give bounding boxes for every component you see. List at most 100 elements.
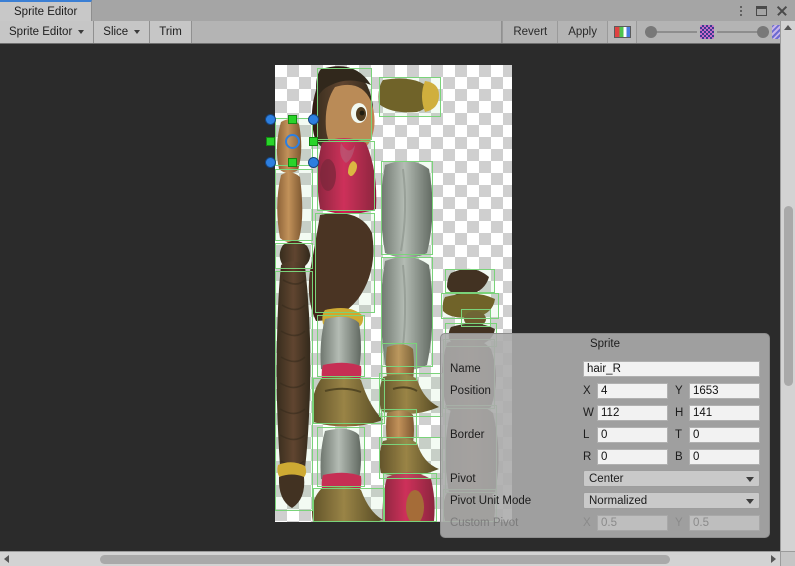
close-icon[interactable] xyxy=(776,5,788,17)
position-xy-fields: X 4 Y 1653 xyxy=(583,383,760,399)
size-wh-fields: W 112 H 141 xyxy=(583,405,760,421)
horizontal-scrollbar[interactable] xyxy=(0,551,780,566)
border-row: Border L 0 T 0 xyxy=(450,424,760,445)
pivot-row: Pivot Center xyxy=(450,468,760,489)
sprite-selection-handles[interactable] xyxy=(270,119,314,163)
inspector-body: Name hair_R Position X 4 Y 1653 xyxy=(441,354,769,533)
name-row: Name hair_R xyxy=(450,358,760,379)
size-w-field: W 112 xyxy=(583,405,668,421)
slice-menu-label: Slice xyxy=(103,26,128,38)
chevron-down-icon xyxy=(78,30,84,34)
position-y-input[interactable]: 1653 xyxy=(689,383,760,399)
pivot-label: Pivot xyxy=(450,473,583,485)
scroll-left-arrow-icon[interactable] xyxy=(4,555,9,563)
alpha-slider[interactable] xyxy=(645,21,697,43)
size-w-input[interactable]: 112 xyxy=(597,405,668,421)
chevron-down-icon xyxy=(134,30,140,34)
rgb-channel-icon xyxy=(614,26,631,38)
handle-bottom-right[interactable] xyxy=(308,157,319,168)
inspector-title: Sprite xyxy=(441,334,769,354)
border-b-prefix: B xyxy=(675,451,685,463)
pivot-value: Center xyxy=(589,473,624,485)
chevron-down-icon xyxy=(746,499,754,504)
pivot-unit-mode-value: Normalized xyxy=(589,495,647,507)
tab-sprite-editor[interactable]: Sprite Editor xyxy=(0,0,92,21)
sprite-editor-menu-button[interactable]: Sprite Editor xyxy=(0,21,94,43)
window-tab-bar: Sprite Editor xyxy=(0,0,795,21)
vertical-scrollbar-thumb[interactable] xyxy=(784,206,793,386)
border-l-prefix: L xyxy=(583,429,593,441)
main-toolbar: Sprite Editor Slice Trim Revert Apply xyxy=(0,21,795,44)
border-b-input[interactable]: 0 xyxy=(689,449,760,465)
sprite-inspector-panel: Sprite Name hair_R Position X 4 xyxy=(440,333,770,538)
sprite-editor-window: Sprite Editor Sprite Editor Slice Trim R… xyxy=(0,0,795,566)
position-y-prefix: Y xyxy=(675,385,685,397)
size-h-input[interactable]: 141 xyxy=(689,405,760,421)
handle-top-left[interactable] xyxy=(265,114,276,125)
position-x-input[interactable]: 4 xyxy=(597,383,668,399)
pivot-unit-mode-label: Pivot Unit Mode xyxy=(450,495,583,507)
custom-pivot-x-input: 0.5 xyxy=(597,515,668,531)
maximize-icon[interactable] xyxy=(756,6,767,16)
border-r-input[interactable]: 0 xyxy=(597,449,668,465)
mip-slider-handle[interactable] xyxy=(757,26,769,38)
handle-bottom-left[interactable] xyxy=(265,157,276,168)
position-y-field: Y 1653 xyxy=(675,383,760,399)
scroll-right-arrow-icon[interactable] xyxy=(771,555,776,563)
size-row: W 112 H 141 xyxy=(450,402,760,423)
pivot-unit-mode-dropdown[interactable]: Normalized xyxy=(583,492,760,509)
apply-label: Apply xyxy=(568,26,597,38)
handle-top[interactable] xyxy=(288,115,297,124)
vertical-scrollbar[interactable] xyxy=(780,21,795,566)
border-l-input[interactable]: 0 xyxy=(597,427,668,443)
scroll-up-arrow-icon[interactable] xyxy=(784,25,792,30)
trim-button[interactable]: Trim xyxy=(150,21,192,43)
border-lt-fields: L 0 T 0 xyxy=(583,427,760,443)
border-l-field: L 0 xyxy=(583,427,668,443)
rgb-channel-button[interactable] xyxy=(607,21,637,43)
position-label: Position xyxy=(450,385,583,397)
sprite-canvas-area[interactable]: Sprite Name hair_R Position X 4 xyxy=(0,44,780,541)
revert-button[interactable]: Revert xyxy=(502,21,557,43)
custom-pivot-y-input: 0.5 xyxy=(689,515,760,531)
trim-label: Trim xyxy=(159,26,182,38)
horizontal-scrollbar-thumb[interactable] xyxy=(100,555,670,564)
toolbar-right-group: Revert Apply xyxy=(502,21,795,43)
sprite-editor-menu-label: Sprite Editor xyxy=(9,26,72,38)
chevron-down-icon xyxy=(746,477,754,482)
scrollbar-corner xyxy=(780,551,795,566)
pivot-fields: Center xyxy=(583,470,760,487)
border-r-field: R 0 xyxy=(583,449,668,465)
slice-menu-button[interactable]: Slice xyxy=(94,21,150,43)
alpha-noise-icon xyxy=(700,25,714,39)
border-t-input[interactable]: 0 xyxy=(689,427,760,443)
handle-top-right[interactable] xyxy=(308,114,319,125)
border-rb-row: R 0 B 0 xyxy=(450,446,760,467)
custom-pivot-row: Custom Pivot X 0.5 Y 0.5 xyxy=(450,512,760,533)
position-row: Position X 4 Y 1653 xyxy=(450,380,760,401)
pivot-handle[interactable] xyxy=(285,134,300,149)
toolbar-spacer xyxy=(192,21,503,43)
name-label: Name xyxy=(450,363,583,375)
custom-pivot-y-field: Y 0.5 xyxy=(675,515,760,531)
border-label: Border xyxy=(450,429,583,441)
size-h-field: H 141 xyxy=(675,405,760,421)
border-rb-fields: R 0 B 0 xyxy=(583,449,760,465)
alpha-slider-handle[interactable] xyxy=(645,26,657,38)
handle-bottom[interactable] xyxy=(288,158,297,167)
border-t-field: T 0 xyxy=(675,427,760,443)
custom-pivot-x-field: X 0.5 xyxy=(583,515,668,531)
name-fields: hair_R xyxy=(583,361,760,377)
three-dots-icon[interactable] xyxy=(735,4,747,17)
handle-left[interactable] xyxy=(266,137,275,146)
mip-slider[interactable] xyxy=(717,21,769,43)
handle-right[interactable] xyxy=(309,137,318,146)
apply-button[interactable]: Apply xyxy=(557,21,607,43)
pivot-dropdown[interactable]: Center xyxy=(583,470,760,487)
revert-label: Revert xyxy=(513,26,547,38)
custom-pivot-x-prefix: X xyxy=(583,517,593,529)
size-h-prefix: H xyxy=(675,407,685,419)
name-input[interactable]: hair_R xyxy=(583,361,760,377)
custom-pivot-y-prefix: Y xyxy=(675,517,685,529)
pivot-unit-mode-fields: Normalized xyxy=(583,492,760,509)
